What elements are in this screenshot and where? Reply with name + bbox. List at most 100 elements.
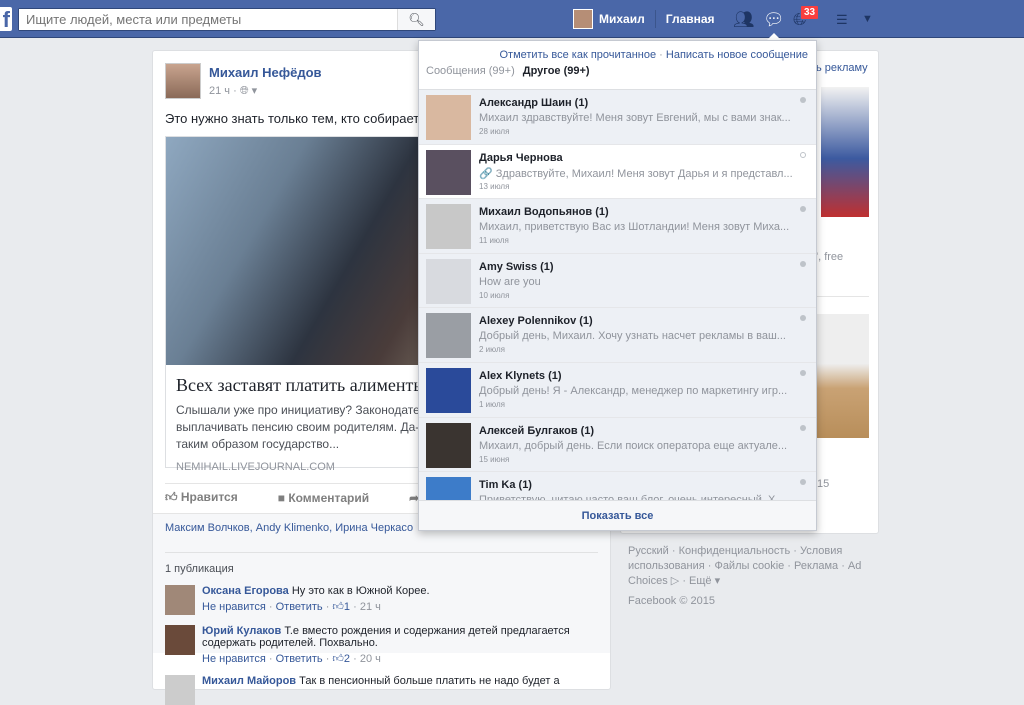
message-date: 28 июля [479,127,510,136]
reply-link[interactable]: Ответить [276,653,323,665]
message-date: 10 июля [479,290,510,300]
like-button[interactable]: 👍︎ Нравится [165,490,238,505]
commenter-avatar[interactable] [165,585,195,615]
reply-link[interactable]: Ответить [276,601,323,613]
comment-button[interactable]: ■ Комментарий [278,491,369,505]
sender-name: Александр Шаин (1) [479,97,589,109]
message-item[interactable]: Alex Klynets (1) Добрый день! Я - Алекса… [419,362,816,418]
new-message-link[interactable]: Написать новое сообщение [666,49,808,61]
mark-read-dot[interactable] [800,260,806,267]
mark-read-dot[interactable] [800,424,806,431]
comment-count[interactable]: 1 публикация [165,552,598,575]
notifications-badge: 33 [800,5,820,20]
comment-text: Так в пенсионный больше платить не надо … [299,675,560,687]
message-date: 1 июля [479,399,505,409]
mark-read-dot[interactable] [800,369,806,376]
thumbs-up-icon: 👍︎ [332,601,344,613]
search-input[interactable] [19,9,399,30]
sender-name: Алексей Булгаков (1) [479,424,595,437]
mark-all-read-link[interactable]: Отметить все как прочитанное [499,49,656,61]
like-count[interactable]: 2 [344,653,350,665]
comment-text: Ну это как в Южной Корее. [291,585,430,597]
messages-dropdown: Отметить все как прочитанное · Написать … [418,40,817,531]
comment: Михаил Майоров Так в пенсионный больше п… [165,675,598,705]
divider [817,296,869,297]
sender-name: Amy Swiss (1) [479,260,554,273]
avatar [573,9,593,29]
ad-text: ', free [816,251,844,263]
unlike-link[interactable]: Не нравится [202,653,266,665]
message-item[interactable]: Михаил Водопьянов (1) Михаил, приветству… [419,199,816,254]
sender-avatar [426,95,471,140]
nav-home-link[interactable]: Главная [666,12,715,26]
account-menu-chevron-icon[interactable]: ▼ [862,13,873,25]
nav-user-name[interactable]: Михаил [599,12,645,26]
commenter-avatar[interactable] [165,625,195,655]
sender-name: Михаил Водопьянов (1) [479,206,609,219]
commenter-name[interactable]: Михаил Майоров [202,675,296,687]
message-snippet: Михаил, добрый день. Если поиск оператор… [479,439,788,452]
sender-name: Alexey Polennikov (1) [479,315,593,328]
comment: Юрий Кулаков Т.е вместо рождения и содер… [165,625,598,665]
mark-read-dot[interactable] [800,479,806,486]
show-all-button[interactable]: Показать все [419,500,816,530]
message-snippet: Михаил, приветствую Вас из Шотландии! Ме… [479,221,790,234]
privacy-shortcuts-icon[interactable]: ☰ [836,12,848,28]
message-snippet: Добрый день! Я - Александр, менеджер по … [479,384,788,397]
messages-icon[interactable]: 💬︎ [763,10,785,30]
message-date: 15 июня [479,454,510,464]
message-date: 13 июля [479,181,510,191]
post-timestamp[interactable]: 21 ч · [209,85,237,97]
create-ad-link[interactable]: ь рекламу [816,62,868,74]
comments-section: Максим Волчков, Andy Klimenko, Ирина Чер… [153,513,610,705]
footer-links[interactable]: Русский · Конфиденциальность · Условия и… [628,544,878,589]
ad-image[interactable] [817,314,869,438]
message-item[interactable]: Amy Swiss (1) How are you 10 июля [419,253,816,309]
tab-inbox[interactable]: Сообщения (99+) [426,65,515,77]
sender-avatar [426,149,471,195]
message-item[interactable]: Александр Шаин (1) Михаил здравствуйте! … [419,90,816,145]
message-date: 11 июля [479,236,509,246]
mark-read-dot[interactable] [800,97,806,103]
ad-image[interactable] [821,87,869,217]
comment-time: 21 ч [359,601,381,613]
dropdown-caret [767,33,781,40]
sender-name: Alex Klynets (1) [479,369,562,382]
like-count[interactable]: 1 [344,601,350,613]
message-snippet: Михаил здравствуйте! Меня зовут Евгений,… [479,112,791,124]
post-time[interactable]: 21 ч · 🌐︎ ▾ [209,84,257,98]
mark-read-dot[interactable] [800,315,806,322]
commenter-name[interactable]: Юрий Кулаков [202,625,281,637]
message-item[interactable]: Дарья Чернова 🔗 Здравствуйте, Михаил! Ме… [419,144,816,200]
sender-avatar [426,367,471,413]
top-navbar: f 🔍︎ Михаил Главная 👥︎ 💬︎ 🌐︎ 33 ☰ ▼ [0,0,1024,38]
friend-requests-icon[interactable]: 👥︎ [733,10,755,30]
search-box: 🔍︎ [18,8,436,31]
comment-time: 20 ч [359,653,381,665]
post-text: Это нужно знать только тем, кто собирает [165,111,420,126]
mark-read-dot[interactable] [800,151,806,158]
sender-name: Дарья Чернова [479,151,563,164]
copyright: Facebook © 2015 [628,595,715,607]
commenter-avatar[interactable] [165,675,195,705]
commenter-name[interactable]: Оксана Егорова [202,585,289,597]
author-avatar[interactable] [165,63,201,99]
post-author[interactable]: Михаил Нефёдов [209,65,322,80]
unlike-link[interactable]: Не нравится [202,601,266,613]
message-item[interactable]: Alexey Polennikov (1) Добрый день, Михаи… [419,308,816,363]
search-icon: 🔍︎ [408,12,425,27]
comment-label: Комментарий [288,490,370,505]
nav-profile[interactable]: Михаил Главная [573,9,715,29]
facebook-logo[interactable]: f [0,7,12,32]
tab-other[interactable]: Другое (99+) [523,65,590,77]
sender-avatar [426,258,471,304]
message-snippet: 🔗 Здравствуйте, Михаил! Меня зовут Дарья… [479,167,793,180]
dropdown-header: Отметить все как прочитанное · Написать … [419,41,816,90]
footer: Русский · Конфиденциальность · Условия и… [628,544,878,609]
message-item[interactable]: Алексей Булгаков (1) Михаил, добрый день… [419,417,816,473]
like-label: Нравится [180,490,238,504]
sender-avatar [426,313,471,359]
thumbs-up-icon: 👍︎ [165,490,178,504]
mark-read-dot[interactable] [800,206,806,213]
search-button[interactable]: 🔍︎ [397,9,435,30]
